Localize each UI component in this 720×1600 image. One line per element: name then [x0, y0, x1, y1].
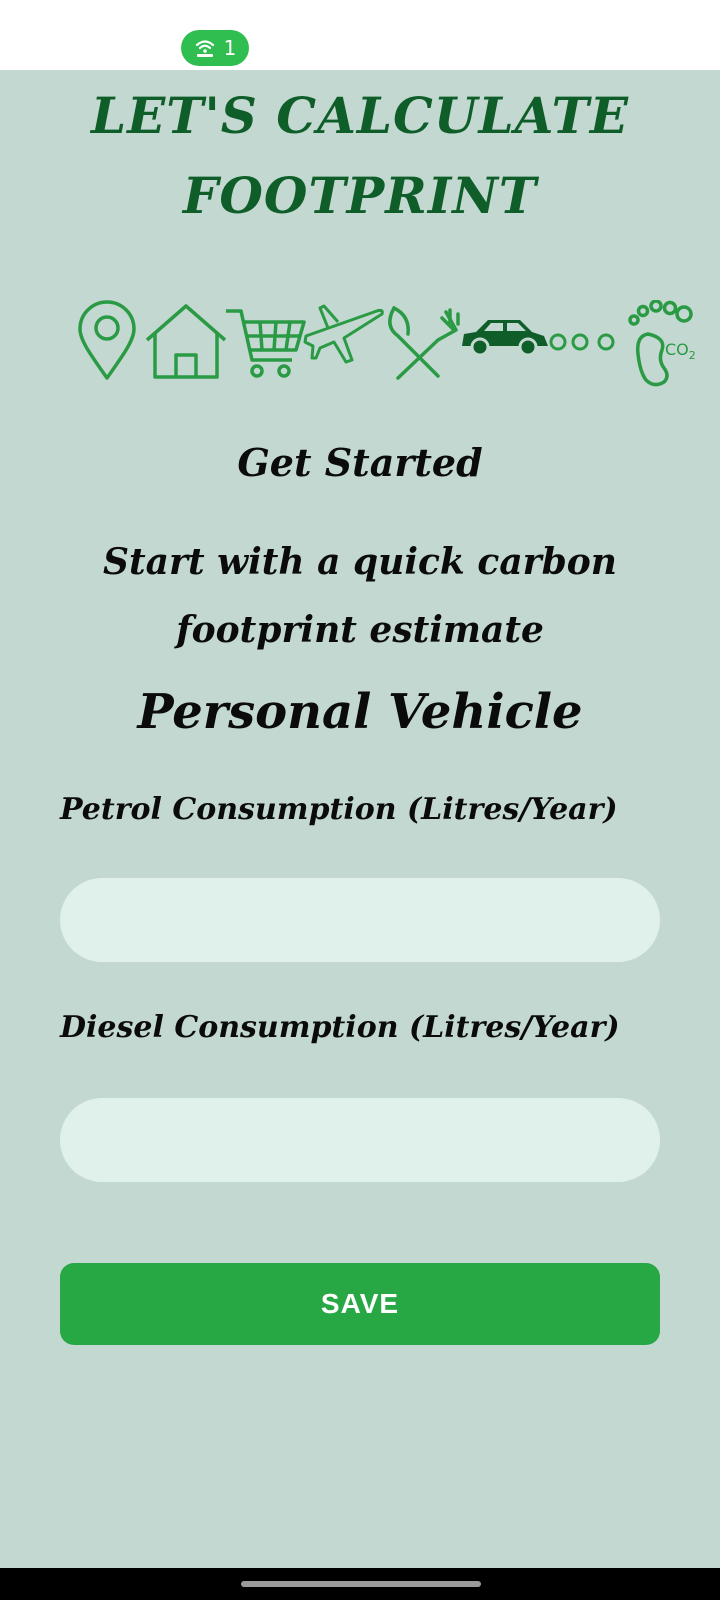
intro-subtitle-line-2: footprint estimate [176, 609, 544, 651]
get-started-heading: Get Started [237, 440, 483, 485]
save-button[interactable]: SAVE [60, 1263, 660, 1345]
petrol-consumption-label: Petrol Consumption (Litres/Year) [60, 792, 618, 827]
house-icon [145, 304, 227, 379]
intro-subtitle: Start with a quick carbon footprint esti… [80, 528, 640, 664]
hotspot-count: 1 [223, 36, 237, 60]
diesel-consumption-input[interactable] [60, 1098, 660, 1182]
trail-dots-icon [549, 333, 615, 351]
shopping-cart-icon [226, 309, 306, 378]
section-heading: Personal Vehicle [137, 684, 583, 740]
home-indicator[interactable] [241, 1581, 481, 1587]
title-line-1: LET'S CALCULATE [91, 86, 629, 145]
category-icons-row [78, 300, 693, 387]
car-icon [462, 320, 548, 357]
co2-subscript: 2 [688, 349, 696, 363]
petrol-consumption-input[interactable] [60, 878, 660, 962]
app-screen: LET'S CALCULATE FOOTPRINT CO2 Get Starte… [0, 70, 720, 1568]
page-title: LET'S CALCULATE FOOTPRINT [0, 76, 720, 236]
navigation-bar [0, 1568, 720, 1600]
airplane-icon [303, 304, 384, 364]
hotspot-indicator: 1 [181, 30, 249, 66]
diesel-consumption-label: Diesel Consumption (Litres/Year) [60, 1010, 620, 1045]
fork-knife-icon [388, 306, 460, 380]
hotspot-icon [195, 40, 214, 57]
status-bar: 1 [0, 0, 720, 70]
intro-subtitle-line-1: Start with a quick carbon [103, 541, 617, 583]
title-line-2: FOOTPRINT [182, 166, 538, 225]
co2-text: CO [665, 340, 689, 359]
location-pin-icon [78, 300, 136, 380]
co2-label: CO2 [665, 340, 696, 362]
